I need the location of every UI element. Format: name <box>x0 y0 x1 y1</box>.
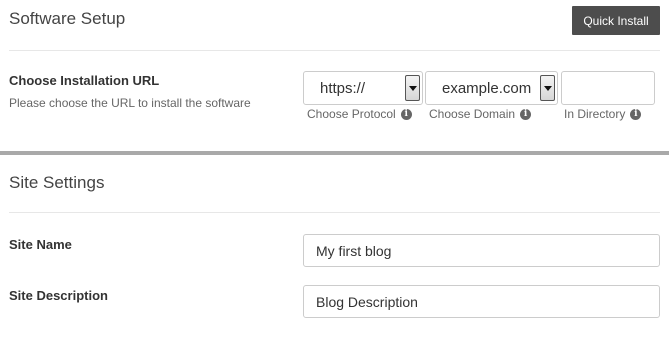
protocol-value: https:// <box>320 80 366 97</box>
info-icon[interactable]: i <box>520 108 532 120</box>
install-url-label: Choose Installation URL <box>9 73 160 88</box>
install-url-description: Please choose the URL to install the sof… <box>9 96 251 110</box>
site-name-input[interactable]: My first blog <box>303 234 660 267</box>
directory-caption-text: In Directory <box>564 107 626 121</box>
protocol-select[interactable]: https:// <box>303 71 423 105</box>
protocol-caption: Choose Protocol i <box>307 107 412 121</box>
section-divider <box>0 151 669 155</box>
quick-install-button[interactable]: Quick Install <box>572 6 660 35</box>
directory-input[interactable] <box>561 71 655 105</box>
site-settings-title: Site Settings <box>9 173 105 192</box>
site-name-label: Site Name <box>9 237 72 252</box>
domain-value: example.com <box>442 80 532 97</box>
domain-caption: Choose Domain i <box>429 107 532 121</box>
chevron-down-icon[interactable] <box>405 75 420 101</box>
directory-caption: In Directory i <box>564 107 642 121</box>
info-icon[interactable]: i <box>630 108 642 120</box>
chevron-down-icon[interactable] <box>540 75 555 101</box>
divider <box>9 50 660 51</box>
domain-select[interactable]: example.com <box>425 71 558 105</box>
info-icon[interactable]: i <box>400 108 412 120</box>
domain-caption-text: Choose Domain <box>429 107 516 121</box>
protocol-caption-text: Choose Protocol <box>307 107 396 121</box>
site-description-label: Site Description <box>9 288 108 303</box>
software-install-page: Software Setup Quick Install Choose Inst… <box>0 0 669 342</box>
software-setup-title: Software Setup <box>9 9 126 28</box>
site-description-input[interactable]: Blog Description <box>303 285 660 318</box>
divider <box>9 212 660 213</box>
